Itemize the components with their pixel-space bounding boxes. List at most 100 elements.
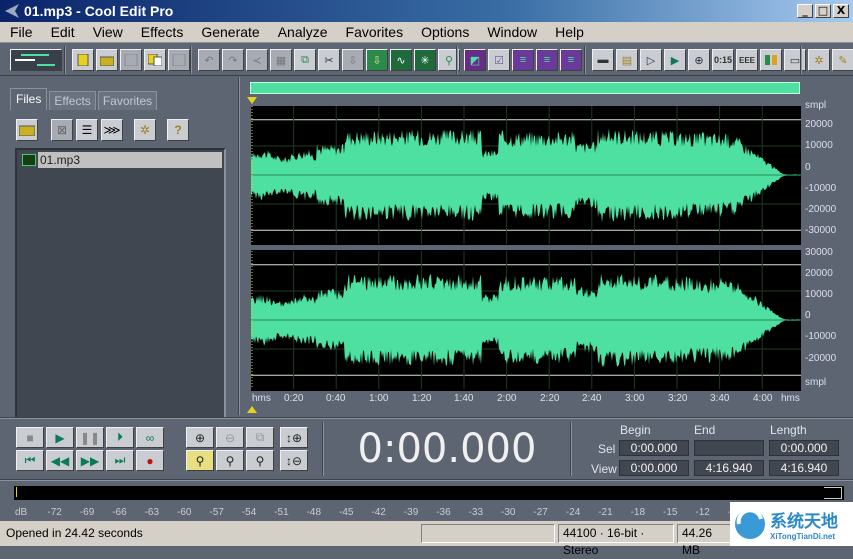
zoom-to-selection-button[interactable]: ⚲ bbox=[186, 450, 214, 471]
save-button[interactable] bbox=[120, 49, 142, 71]
copy-button[interactable]: ⧉ bbox=[294, 49, 316, 71]
transport-window-button[interactable]: ▶ bbox=[664, 49, 686, 71]
undo-button[interactable]: ↶ bbox=[198, 49, 220, 71]
meter-label: -57 bbox=[209, 507, 224, 518]
file-list-item[interactable]: 01.mp3 bbox=[22, 152, 222, 168]
paste-icon: ⇩ bbox=[348, 54, 358, 67]
zoom-full-button[interactable]: ⧉ bbox=[246, 427, 274, 448]
menu-view[interactable]: View bbox=[83, 24, 131, 40]
view-end-field[interactable]: 4:16.940 bbox=[694, 460, 764, 476]
x-label: 3:00 bbox=[625, 393, 645, 404]
minimize-button[interactable]: _ bbox=[797, 4, 813, 18]
tab-files[interactable]: Files bbox=[10, 88, 48, 110]
insert-cd-list-button[interactable]: ⋙ bbox=[101, 119, 123, 141]
menu-generate[interactable]: Generate bbox=[191, 24, 267, 40]
organizer-window-button[interactable]: ▬ bbox=[592, 49, 614, 71]
menu-file[interactable]: File bbox=[0, 24, 41, 40]
new-file-button[interactable] bbox=[72, 49, 94, 71]
track-window-button[interactable]: ▷ bbox=[640, 49, 662, 71]
copy-to-new-button[interactable]: ▦ bbox=[270, 49, 292, 71]
play-button[interactable]: ▶ bbox=[46, 427, 74, 448]
stop-button[interactable]: ■ bbox=[16, 427, 44, 448]
session-button[interactable] bbox=[168, 49, 190, 71]
close-button[interactable]: X bbox=[833, 4, 849, 18]
menu-help[interactable]: Help bbox=[545, 24, 592, 40]
menu-analyze[interactable]: Analyze bbox=[268, 24, 336, 40]
selection-window-button[interactable]: EEE bbox=[736, 49, 758, 71]
open-file-button[interactable] bbox=[16, 119, 38, 141]
maximize-button[interactable]: □ bbox=[815, 4, 831, 18]
levels-window-button[interactable] bbox=[760, 49, 782, 71]
fast-forward-icon: ▶▶ bbox=[80, 453, 100, 468]
edit-both-button[interactable]: ≡ bbox=[512, 49, 534, 71]
tab-effects[interactable]: Effects bbox=[49, 91, 96, 110]
sel-end-field[interactable] bbox=[694, 440, 764, 456]
close-file-button[interactable]: ⊠ bbox=[51, 119, 73, 141]
loop-button[interactable]: ∞ bbox=[136, 427, 164, 448]
snap-button[interactable]: ☑ bbox=[488, 49, 510, 71]
waveform-file-icon bbox=[22, 154, 36, 166]
menu-window[interactable]: Window bbox=[477, 24, 545, 40]
zoom-in-horizontal-button[interactable]: ⊕ bbox=[186, 427, 214, 448]
start-marker-bottom-icon[interactable] bbox=[247, 406, 257, 414]
redo-button[interactable]: ↷ bbox=[222, 49, 244, 71]
zoom-left-button[interactable]: ⚲ bbox=[216, 450, 244, 471]
copy-icon: ⧉ bbox=[301, 53, 309, 66]
waveform-display[interactable] bbox=[251, 106, 801, 391]
zoom-out-horizontal-button[interactable]: ⊖ bbox=[216, 427, 244, 448]
help-button[interactable]: ? bbox=[167, 119, 189, 141]
insert-multitrack-button[interactable]: ☰ bbox=[76, 119, 98, 141]
channel-divider bbox=[251, 245, 801, 250]
fast-forward-button[interactable]: ▶▶ bbox=[76, 450, 104, 471]
spectral-button[interactable]: ◩ bbox=[464, 49, 486, 71]
toolbar-file-group bbox=[64, 46, 190, 74]
script-button[interactable]: ✎ bbox=[832, 49, 853, 71]
open-file-button[interactable] bbox=[96, 49, 118, 71]
organizer-settings-button[interactable]: ✲ bbox=[134, 119, 156, 141]
tab-favorites[interactable]: Favorites bbox=[97, 91, 158, 110]
pause-button[interactable]: ❚❚ bbox=[76, 427, 104, 448]
zoom-out-vertical-button[interactable]: ↕⊖ bbox=[280, 450, 308, 471]
zoom-in-vertical-button[interactable]: ↕⊕ bbox=[280, 427, 308, 448]
view-length-field[interactable]: 4:16.940 bbox=[769, 460, 839, 476]
rewind-button[interactable]: ◀◀ bbox=[46, 450, 74, 471]
view-begin-field[interactable]: 0:00.000 bbox=[619, 460, 689, 476]
record-button[interactable]: ● bbox=[136, 450, 164, 471]
trim-button[interactable]: ∿ bbox=[390, 49, 412, 71]
multitrack-toggle-button[interactable] bbox=[10, 49, 62, 71]
edit-right-button[interactable]: ≡ bbox=[560, 49, 582, 71]
sel-length-field[interactable]: 0:00.000 bbox=[769, 440, 839, 456]
settings-button[interactable]: ✲ bbox=[808, 49, 830, 71]
mix-paste-button[interactable]: ⇩ bbox=[366, 49, 388, 71]
save-all-button[interactable] bbox=[144, 49, 166, 71]
cut-button[interactable]: ✂ bbox=[318, 49, 340, 71]
find-icon: ⚲ bbox=[444, 54, 454, 67]
organizer-tabs: Files Effects Favorites bbox=[10, 88, 158, 110]
time-window-button[interactable]: 0:15 bbox=[712, 49, 734, 71]
paste-button[interactable]: ⇩ bbox=[342, 49, 364, 71]
menu-effects[interactable]: Effects bbox=[131, 24, 192, 40]
overview-bar[interactable] bbox=[250, 82, 800, 94]
left-channel[interactable] bbox=[251, 106, 801, 244]
edit-left-button[interactable]: ≡ bbox=[536, 49, 558, 71]
repeat-button[interactable]: ≺ bbox=[246, 49, 268, 71]
time-ruler[interactable]: hms 0:20 0:40 1:00 1:20 1:40 2:00 2:20 2… bbox=[251, 391, 801, 407]
go-to-end-button[interactable]: ⏭ bbox=[106, 450, 134, 471]
noise-button[interactable]: ✳ bbox=[414, 49, 436, 71]
go-to-start-button[interactable]: ⏮ bbox=[16, 450, 44, 471]
right-channel[interactable] bbox=[251, 251, 801, 389]
x-label: 3:40 bbox=[710, 393, 730, 404]
cut-icon: ✂ bbox=[324, 54, 334, 67]
start-marker-top-icon[interactable] bbox=[247, 97, 257, 105]
menu-options[interactable]: Options bbox=[411, 24, 477, 40]
sel-begin-field[interactable]: 0:00.000 bbox=[619, 440, 689, 456]
zoom-window-button[interactable]: ⊕ bbox=[688, 49, 710, 71]
play-to-end-button[interactable]: ⏵ bbox=[106, 427, 134, 448]
menu-favorites[interactable]: Favorites bbox=[336, 24, 412, 40]
status-window-button[interactable]: ▤ bbox=[616, 49, 638, 71]
zoom-icon: ⊕ bbox=[694, 54, 704, 67]
menu-edit[interactable]: Edit bbox=[41, 24, 83, 40]
zoom-right-button[interactable]: ⚲ bbox=[246, 450, 274, 471]
window-title: 01.mp3 - Cool Edit Pro bbox=[24, 3, 174, 19]
x-label: 0:20 bbox=[284, 393, 304, 404]
